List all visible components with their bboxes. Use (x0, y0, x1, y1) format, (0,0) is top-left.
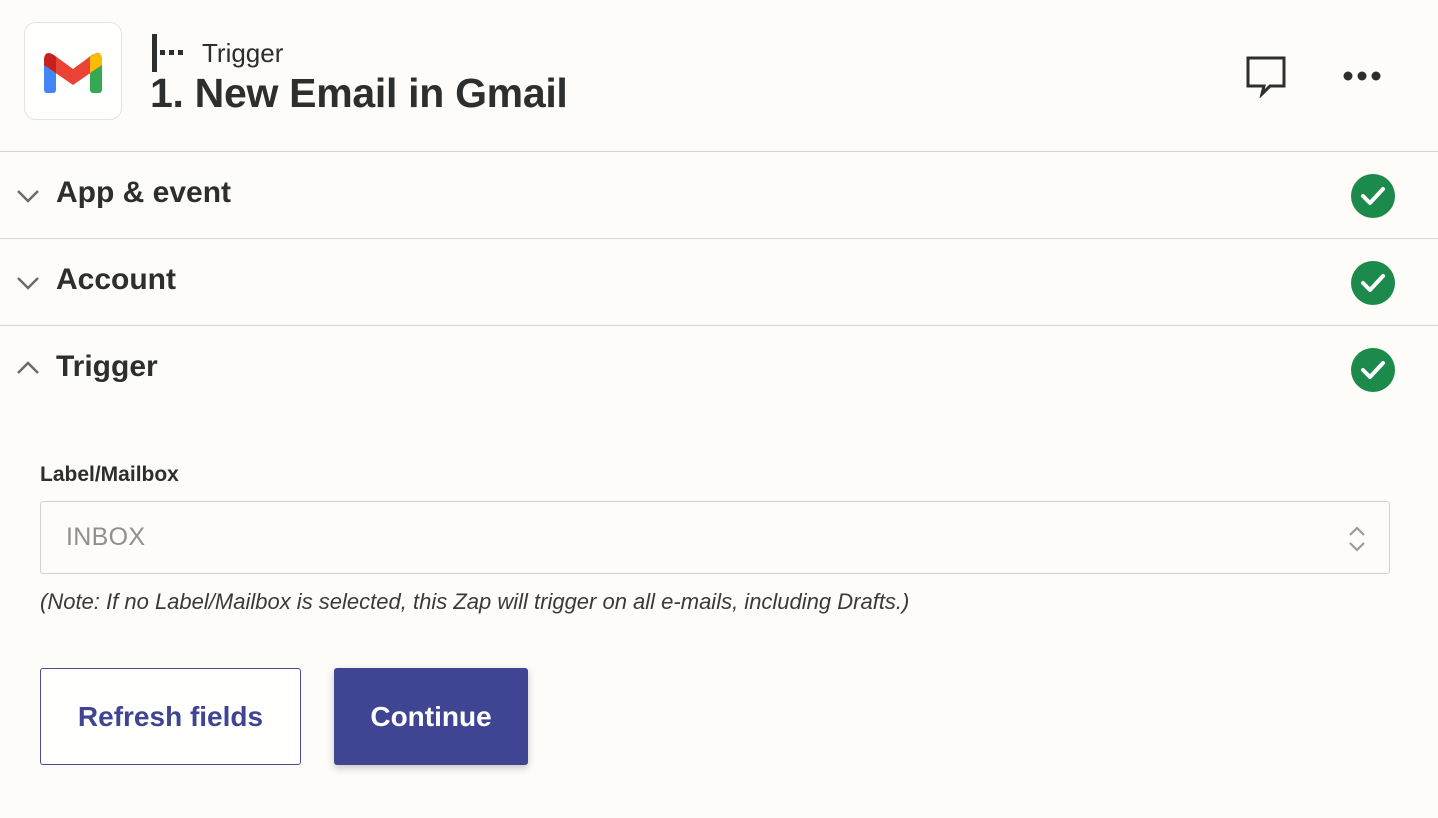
select-value: INBOX (66, 523, 146, 551)
more-options-button[interactable] (1338, 52, 1386, 100)
section-app-event[interactable]: App & event (0, 152, 1438, 239)
section-label: Account (56, 263, 176, 296)
section-trigger[interactable]: Trigger (0, 326, 1438, 413)
comment-icon (1246, 56, 1286, 98)
label-mailbox-select[interactable]: INBOX (40, 501, 1390, 574)
field-help-note: (Note: If no Label/Mailbox is selected, … (40, 589, 910, 614)
page-title: 1. New Email in Gmail (150, 70, 568, 116)
section-account[interactable]: Account (0, 239, 1438, 326)
more-horizontal-icon (1343, 71, 1381, 81)
step-header: Trigger 1. New Email in Gmail (0, 0, 1438, 152)
check-circle-icon (1351, 348, 1395, 392)
trigger-step-icon (152, 34, 183, 72)
step-type-label: Trigger (202, 37, 284, 68)
section-label: App & event (56, 176, 232, 209)
chevron-down-icon (17, 277, 39, 290)
label-mailbox-label: Label/Mailbox (40, 463, 179, 486)
chevron-up-icon (17, 361, 39, 374)
chevron-down-icon (17, 190, 39, 203)
continue-button[interactable]: Continue (334, 668, 528, 765)
step-type: Trigger (150, 34, 283, 72)
gmail-logo-icon (24, 22, 122, 120)
check-circle-icon (1351, 261, 1395, 305)
refresh-fields-button[interactable]: Refresh fields (40, 668, 301, 765)
select-arrows-icon (1349, 526, 1365, 552)
section-label: Trigger (56, 350, 158, 383)
comment-button[interactable] (1242, 52, 1290, 100)
check-circle-icon (1351, 174, 1395, 218)
